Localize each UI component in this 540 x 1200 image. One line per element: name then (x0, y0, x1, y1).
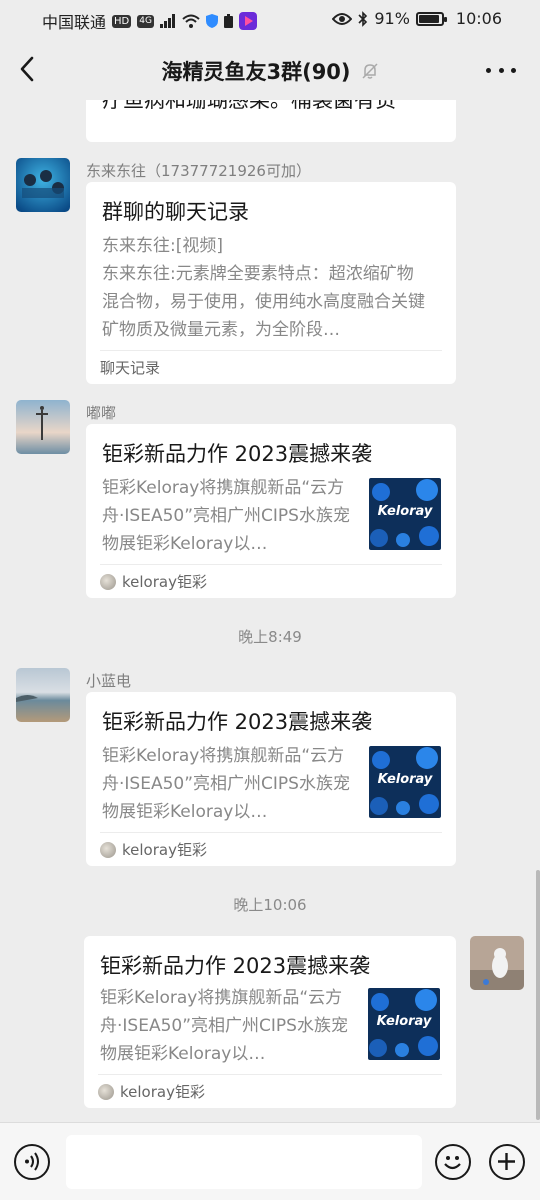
card-footer: keloray钜彩 (100, 832, 442, 866)
emoji-icon[interactable] (435, 1144, 471, 1180)
timestamp: 晚上10:06 (233, 896, 307, 914)
card-footer: 聊天记录 (100, 350, 442, 384)
avatar[interactable] (16, 668, 70, 722)
article-thumbnail: Keloray (369, 478, 441, 550)
source-name: keloray钜彩 (120, 1083, 205, 1101)
message-list[interactable]: 疗鱼病和珊瑚感染。桶装菌有货 东来东往（17377721926可加） 群聊的聊天… (0, 100, 540, 1122)
source-logo-icon (100, 573, 116, 590)
chat-record-card[interactable]: 群聊的聊天记录 东来东往:[视频] 东来东往:元素牌全要素特点：超浓缩矿物混合物… (86, 182, 456, 384)
timestamp: 晚上8:49 (238, 628, 302, 646)
network-badge: 4G (137, 14, 154, 28)
card-footer-label: 聊天记录 (100, 359, 161, 377)
eye-icon (332, 12, 353, 25)
card-footer: keloray钜彩 (100, 564, 442, 598)
voice-icon[interactable] (14, 1144, 50, 1180)
article-thumbnail: Keloray (369, 746, 441, 818)
thumbnail-brand-text: Keloray (377, 772, 433, 787)
card-body: 东来东往:元素牌全要素特点：超浓缩矿物混合物，易于使用，使用纯水高度融合关键矿物… (102, 264, 425, 340)
hd-badge: HD (112, 14, 132, 28)
card-title: 钜彩新品力作 2023震撼来袭 (102, 442, 373, 466)
avatar[interactable] (16, 400, 70, 454)
source-logo-icon (98, 1083, 114, 1100)
more-dots-icon[interactable] (486, 60, 516, 80)
article-card[interactable]: 钜彩新品力作 2023震撼来袭 钜彩Keloray将携旗舰新品“云方舟·ISEA… (86, 692, 456, 866)
status-bar: 中国联通 HD 4G 91% 10:06 (0, 0, 540, 38)
article-card-self[interactable]: 钜彩新品力作 2023震撼来袭 钜彩Keloray将携旗舰新品“云方舟·ISEA… (84, 936, 456, 1108)
wifi-icon (182, 14, 200, 28)
card-title: 钜彩新品力作 2023震撼来袭 (100, 954, 371, 978)
sender-name: 嘟嘟 (86, 404, 117, 422)
signal-icon (159, 14, 175, 28)
shield-icon (205, 14, 218, 28)
chat-header: 海精灵鱼友3群(90) (0, 38, 540, 100)
bell-off-icon (361, 63, 378, 79)
chat-title: 海精灵鱼友3群(90) (161, 60, 351, 84)
battery-percent: 91% (374, 9, 410, 28)
bluetooth-icon (358, 10, 368, 27)
sender-name: 小蓝电 (86, 672, 132, 690)
card-description: 钜彩Keloray将携旗舰新品“云方舟·ISEA50”亮相广州CIPS水族宠物展… (102, 746, 350, 822)
message-input[interactable] (66, 1135, 422, 1189)
card-line: 东来东往:[视频] (102, 236, 223, 256)
avatar-self[interactable] (470, 936, 524, 990)
clock: 10:06 (455, 9, 502, 28)
carrier-label: 中国联通 (42, 13, 107, 32)
source-name: keloray钜彩 (122, 573, 207, 591)
article-card[interactable]: 钜彩新品力作 2023震撼来袭 钜彩Keloray将携旗舰新品“云方舟·ISEA… (86, 424, 456, 598)
video-app-icon (238, 12, 257, 30)
avatar[interactable] (16, 158, 70, 212)
card-footer: keloray钜彩 (98, 1074, 442, 1108)
card-description: 钜彩Keloray将携旗舰新品“云方舟·ISEA50”亮相广州CIPS水族宠物展… (102, 478, 350, 554)
battery-alert-icon (223, 14, 233, 28)
input-bar (0, 1122, 540, 1200)
article-thumbnail: Keloray (368, 988, 440, 1060)
card-title: 群聊的聊天记录 (102, 200, 249, 224)
card-description: 钜彩Keloray将携旗舰新品“云方舟·ISEA50”亮相广州CIPS水族宠物展… (100, 988, 348, 1064)
message-text: 疗鱼病和珊瑚感染。桶装菌有货 (102, 100, 396, 112)
plus-icon[interactable] (489, 1144, 525, 1180)
source-name: keloray钜彩 (122, 841, 207, 859)
sender-name: 东来东往（17377721926可加） (86, 162, 311, 180)
message-bubble-partial[interactable]: 疗鱼病和珊瑚感染。桶装菌有货 (86, 100, 456, 142)
thumbnail-brand-text: Keloray (377, 504, 433, 519)
card-title: 钜彩新品力作 2023震撼来袭 (102, 710, 373, 734)
battery-icon (415, 11, 447, 26)
thumbnail-brand-text: Keloray (376, 1014, 432, 1029)
scrollbar[interactable] (536, 870, 540, 1120)
source-logo-icon (100, 841, 116, 858)
